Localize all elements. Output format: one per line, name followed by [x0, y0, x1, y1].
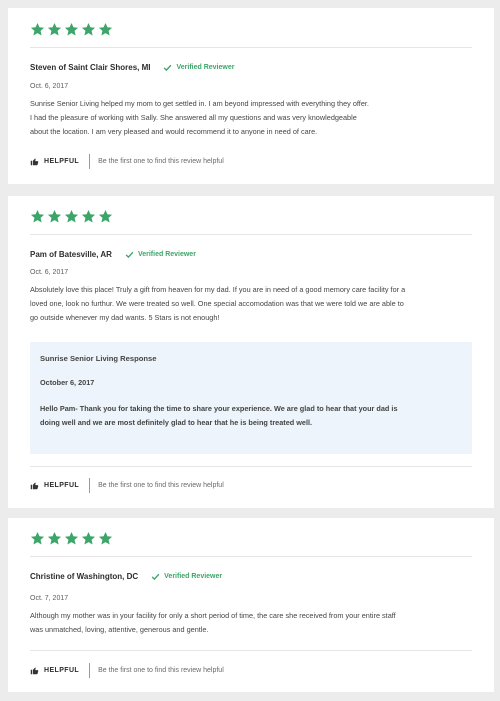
review-line: about the location. I am very pleased an… [30, 127, 318, 136]
helpful-button[interactable]: HELPFUL [44, 158, 79, 165]
separator [89, 663, 91, 678]
star-icon [98, 209, 113, 223]
divider [30, 650, 472, 651]
response-title: Sunrise Senior Living Response [40, 354, 157, 363]
star-icon [47, 22, 62, 36]
thumbs-up-icon[interactable] [30, 157, 39, 166]
reviewer-name: Steven of Saint Clair Shores, MI [30, 63, 151, 72]
separator [89, 478, 91, 493]
star-icon [81, 209, 96, 223]
verified-badge: Verified Reviewer [151, 572, 222, 581]
verified-badge: Verified Reviewer [125, 250, 196, 259]
response-text: Hello Pam- Thank you for taking the time… [40, 402, 462, 430]
review-card: Pam of Batesville, AR Verified Reviewer … [8, 196, 494, 508]
star-rating [30, 531, 113, 546]
response-line: Hello Pam- Thank you for taking the time… [40, 404, 398, 413]
reviewer-name: Christine of Washington, DC [30, 572, 139, 581]
helpful-prompt: Be the first one to find this review hel… [98, 667, 224, 674]
helpful-prompt: Be the first one to find this review hel… [98, 158, 224, 165]
helpful-row: HELPFUL Be the first one to find this re… [30, 478, 224, 493]
divider [30, 556, 472, 557]
response-line: doing well and we are most definitely gl… [40, 418, 313, 427]
review-date: Oct. 6, 2017 [30, 83, 69, 90]
checkmark-icon [151, 573, 160, 581]
verified-label: Verified Reviewer [137, 251, 196, 258]
review-body: Absolutely love this place! Truly a gift… [30, 283, 458, 325]
helpful-button[interactable]: HELPFUL [44, 482, 79, 489]
star-icon [98, 531, 113, 545]
thumbs-up-icon[interactable] [30, 666, 39, 675]
review-line: Although my mother was in your facility … [30, 611, 396, 620]
thumbs-up-icon[interactable] [30, 481, 39, 490]
divider [30, 47, 472, 48]
star-icon [81, 531, 96, 545]
review-line: loved one, look no furthur. We were trea… [30, 299, 404, 308]
star-icon [30, 22, 45, 36]
business-response: Sunrise Senior Living Response October 6… [30, 342, 472, 454]
star-icon [64, 209, 79, 223]
verified-label: Verified Reviewer [176, 64, 235, 71]
reviewer-name: Pam of Batesville, AR [30, 250, 112, 259]
reviewer-header: Steven of Saint Clair Shores, MI Verifie… [30, 63, 234, 72]
reviewer-header: Pam of Batesville, AR Verified Reviewer [30, 250, 196, 259]
star-icon [64, 531, 79, 545]
star-icon [47, 531, 62, 545]
star-rating [30, 22, 113, 37]
star-icon [30, 531, 45, 545]
review-date: Oct. 7, 2017 [30, 595, 69, 602]
star-icon [30, 209, 45, 223]
checkmark-icon [164, 64, 172, 72]
review-card: Steven of Saint Clair Shores, MI Verifie… [8, 8, 494, 184]
star-icon [64, 22, 79, 36]
review-line: I had the pleasure of working with Sally… [30, 113, 357, 122]
review-card: Christine of Washington, DC Verified Rev… [8, 518, 494, 692]
divider [30, 234, 472, 235]
reviewer-header: Christine of Washington, DC Verified Rev… [30, 572, 222, 581]
review-line: go outside whenever my dad wants. 5 Star… [30, 313, 220, 322]
review-line: Absolutely love this place! Truly a gift… [30, 285, 406, 294]
star-icon [81, 22, 96, 36]
review-body: Although my mother was in your facility … [30, 609, 458, 637]
helpful-button[interactable]: HELPFUL [44, 667, 79, 674]
verified-label: Verified Reviewer [164, 573, 223, 580]
star-rating [30, 209, 113, 224]
response-date: October 6, 2017 [40, 378, 95, 387]
checkmark-icon [125, 251, 134, 259]
star-icon [98, 22, 113, 36]
review-body: Sunrise Senior Living helped my mom to g… [30, 97, 458, 139]
review-line: was unmatched, loving, attentive, genero… [30, 625, 209, 634]
helpful-row: HELPFUL Be the first one to find this re… [30, 663, 224, 678]
divider [30, 466, 472, 467]
helpful-row: HELPFUL Be the first one to find this re… [30, 154, 224, 169]
review-line: Sunrise Senior Living helped my mom to g… [30, 99, 369, 108]
separator [89, 154, 91, 169]
star-icon [47, 209, 62, 223]
helpful-prompt: Be the first one to find this review hel… [98, 482, 224, 489]
verified-badge: Verified Reviewer [163, 63, 234, 72]
review-date: Oct. 6, 2017 [30, 269, 69, 276]
